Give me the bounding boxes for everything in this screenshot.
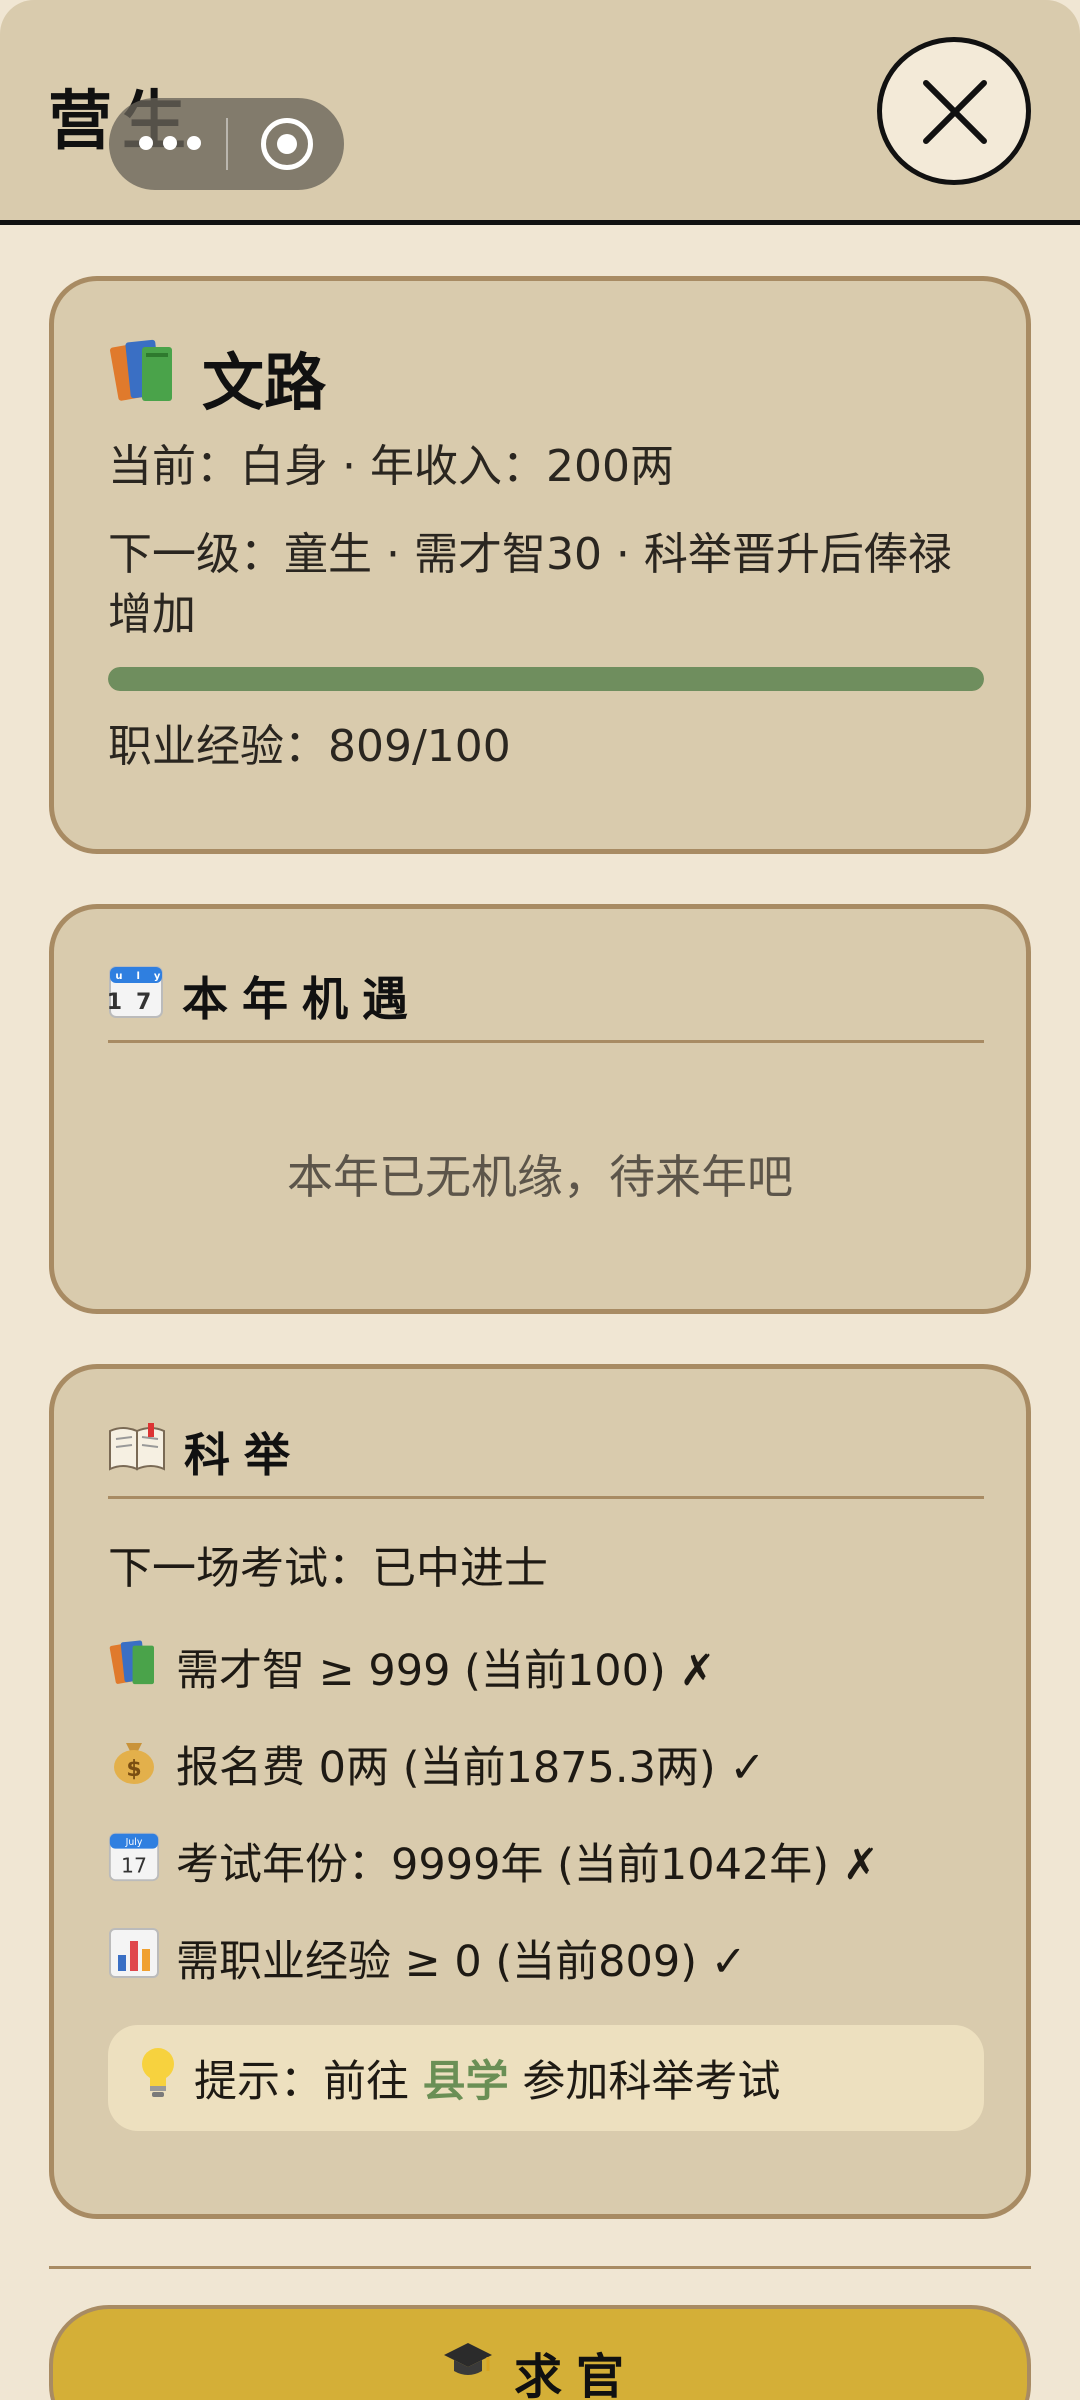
books-icon <box>108 335 180 420</box>
exit-target-icon[interactable] <box>261 118 313 170</box>
books-icon <box>108 1637 160 1698</box>
current-status: 当前：白身 · 年收入：200两 <box>108 441 674 492</box>
seek-office-label: 求官 <box>513 2349 638 2400</box>
exam-divider <box>108 1496 984 1499</box>
light-bulb-icon <box>138 2046 178 2111</box>
experience-text: 职业经验：809/100 <box>108 721 511 772</box>
tip-text: 提示：前往 县学 参加科举考试 <box>194 2047 780 2109</box>
tip-prefix: 提示：前往 <box>194 2057 423 2107</box>
career-title-text: 文路 <box>202 346 327 419</box>
experience-progress-bar <box>108 667 984 691</box>
requirement-experience: 需职业经验 ≥ 0 (当前809) ✓ <box>108 1926 747 1990</box>
header-bar: 营生 <box>0 0 1080 225</box>
opportunities-header: July 17 本年机遇 <box>97 961 422 1031</box>
bar-chart-icon <box>108 1927 160 1990</box>
opportunities-card: July 17 本年机遇 本年已无机缘，待来年吧 <box>49 904 1031 1314</box>
page: 营生 文路 <box>0 0 1080 2400</box>
county-school-link[interactable]: 县学 <box>423 2057 509 2107</box>
career-card: 文路 当前：白身 · 年收入：200两 下一级：童生 · 需才智30 · 科举晋… <box>49 276 1031 854</box>
svg-text:July: July <box>125 1836 143 1847</box>
career-title: 文路 <box>108 335 326 420</box>
requirement-text: 需才智 ≥ 999 (当前100) ✗ <box>176 1646 716 1696</box>
requirement-text: 需职业经验 ≥ 0 (当前809) ✓ <box>176 1937 747 1987</box>
exam-card: 科举 下一场考试：已中进士 需才智 ≥ 999 (当前100) ✗ $ 报名费 … <box>49 1364 1031 2219</box>
close-button[interactable] <box>877 37 1031 185</box>
capsule-divider <box>226 118 228 170</box>
svg-text:July: July <box>108 971 164 982</box>
money-bag-icon: $ <box>108 1733 160 1796</box>
exam-title: 科举 <box>184 1428 304 1482</box>
experience-progress-fill <box>108 667 984 691</box>
bottom-divider <box>49 2266 1031 2269</box>
requirement-year: July 17 考试年份：9999年 (当前1042年) ✗ <box>108 1829 879 1893</box>
svg-text:$: $ <box>126 1757 141 1782</box>
svg-text:17: 17 <box>121 1853 147 1877</box>
open-book-icon <box>108 1422 166 1482</box>
tip-suffix: 参加科举考试 <box>508 2057 781 2107</box>
close-icon <box>923 80 987 144</box>
graduation-cap-icon <box>442 2337 494 2400</box>
opportunities-title: 本年机遇 <box>182 972 422 1026</box>
requirement-text: 考试年份：9999年 (当前1042年) ✗ <box>176 1840 879 1890</box>
calendar-icon: July 17 <box>97 963 164 1030</box>
opportunities-divider <box>108 1040 984 1043</box>
next-level-info: 下一级：童生 · 需才智30 · 科举晋升后俸禄增加 <box>108 529 952 640</box>
next-exam-text: 下一场考试：已中进士 <box>108 1543 548 1594</box>
seek-office-button[interactable]: 求官 <box>49 2305 1031 2400</box>
empty-message: 本年已无机缘，待来年吧 <box>287 1150 793 1204</box>
requirement-intelligence: 需才智 ≥ 999 (当前100) ✗ <box>108 1635 715 1699</box>
calendar-icon: July 17 <box>108 1830 160 1893</box>
exam-header: 科举 <box>108 1417 304 1487</box>
more-menu-icon[interactable] <box>139 136 205 152</box>
requirement-text: 报名费 0两 (当前1875.3两) ✓ <box>176 1743 766 1793</box>
svg-text:17: 17 <box>108 990 164 1015</box>
tip-box: 提示：前往 县学 参加科举考试 <box>108 2025 984 2131</box>
mini-program-capsule <box>109 98 344 190</box>
requirement-fee: $ 报名费 0两 (当前1875.3两) ✓ <box>108 1732 765 1796</box>
